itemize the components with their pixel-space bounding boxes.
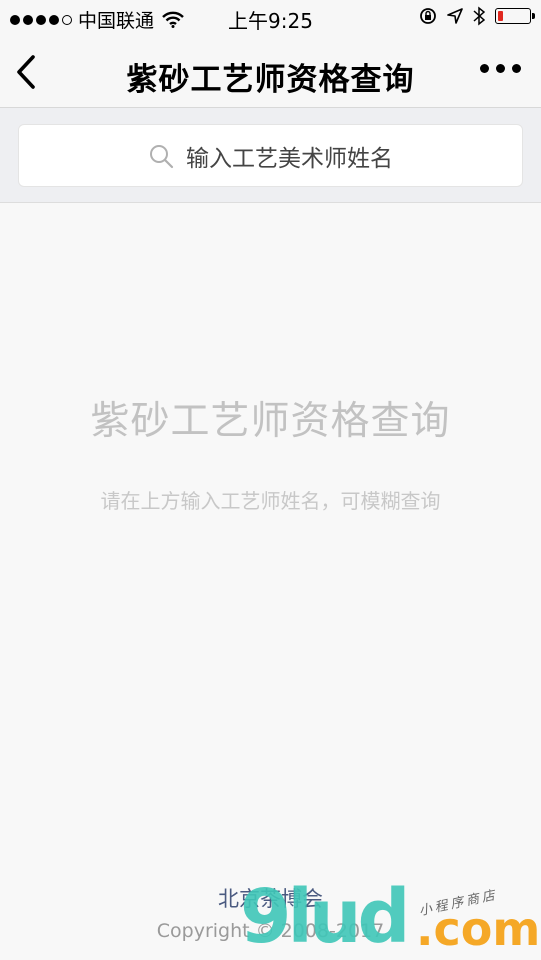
empty-state-hint: 请在上方输入工艺师姓名，可模糊查询 (100, 489, 441, 513)
footer-copyright: Copyright © 2008-2017 (156, 920, 385, 942)
page-title: 紫砂工艺师资格查询 (126, 62, 415, 98)
search-placeholder: 输入工艺美术师姓名 (186, 145, 393, 172)
footer-org-link[interactable]: 北京茶博会 (0, 883, 541, 913)
battery-level (498, 11, 503, 21)
search-area: 输入工艺美术师姓名 (0, 108, 541, 203)
search-input[interactable]: 输入工艺美术师姓名 (18, 124, 523, 187)
status-indicators (419, 6, 535, 26)
search-icon (150, 144, 174, 168)
navigation-bar: 紫砂工艺师资格查询 (0, 36, 541, 108)
location-arrow-icon (447, 8, 463, 24)
empty-state-title: 紫砂工艺师资格查询 (90, 399, 451, 444)
bluetooth-icon (473, 6, 485, 26)
battery-icon (495, 8, 535, 24)
rotation-lock-icon (420, 8, 436, 24)
more-options-button[interactable] (480, 64, 521, 73)
more-dots-icon (480, 64, 489, 73)
status-bar: 中国联通 上午9:25 (0, 0, 541, 36)
